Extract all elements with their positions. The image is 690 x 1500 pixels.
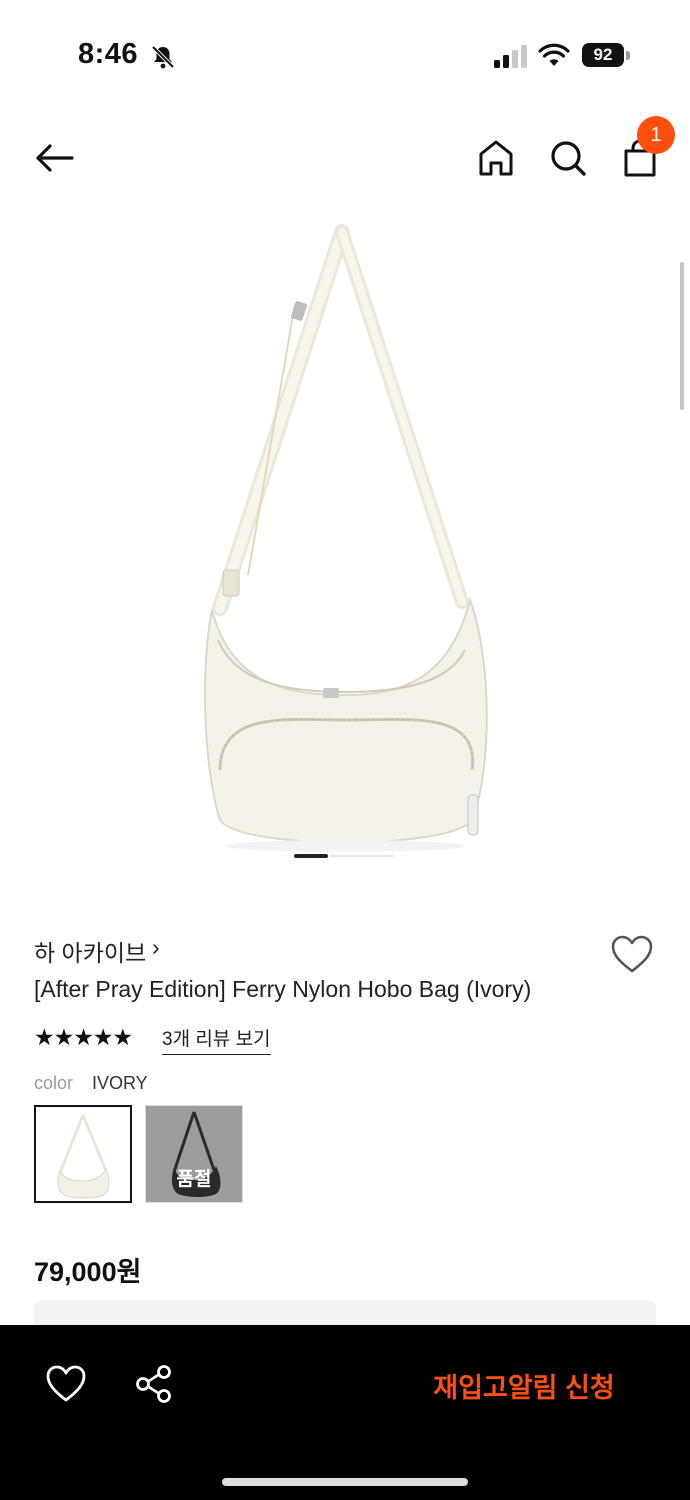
swatch-ivory-thumbnail (57, 1114, 110, 1199)
wishlist-heart-icon[interactable] (610, 934, 654, 974)
color-label: color (34, 1073, 74, 1093)
review-link[interactable]: 3개 리뷰 보기 (162, 1024, 271, 1055)
signal-icon (494, 45, 527, 68)
gallery-pagination (294, 854, 394, 858)
gallery-indicator-track (330, 855, 394, 857)
swatch-black-soldout[interactable]: 품절 (145, 1105, 243, 1203)
search-icon[interactable] (546, 136, 590, 180)
battery-level: 92 (582, 43, 624, 67)
home-indicator[interactable] (222, 1478, 468, 1486)
restock-alert-button[interactable]: 재입고알림 신청 (404, 1366, 644, 1405)
brand-link[interactable]: 하 아카이브 (34, 934, 146, 968)
product-price: 79,000원 (34, 1257, 142, 1287)
heart-icon[interactable] (44, 1362, 88, 1406)
wifi-icon (538, 43, 570, 66)
bell-slash-icon (151, 45, 175, 69)
share-icon[interactable] (132, 1362, 176, 1406)
gallery-indicator-active (294, 854, 328, 858)
back-arrow-icon[interactable] (32, 136, 76, 180)
cart-count-badge[interactable]: 1 (637, 116, 675, 154)
swatch-ivory[interactable] (34, 1105, 132, 1203)
chevron-right-icon[interactable]: › (152, 934, 160, 961)
battery-icon: 92 (582, 43, 632, 69)
product-title: [After Pray Edition] Ferry Nylon Hobo Ba… (34, 976, 532, 1002)
bottom-action-bar (0, 1325, 690, 1500)
product-image[interactable] (120, 210, 570, 860)
scrollbar[interactable] (680, 262, 684, 410)
home-icon[interactable] (474, 136, 518, 180)
color-value: IVORY (92, 1073, 148, 1093)
rating-stars: ★★★★★ (34, 1024, 133, 1050)
status-time: 8:46 (78, 38, 139, 70)
sold-out-label: 품절 (176, 1169, 212, 1190)
